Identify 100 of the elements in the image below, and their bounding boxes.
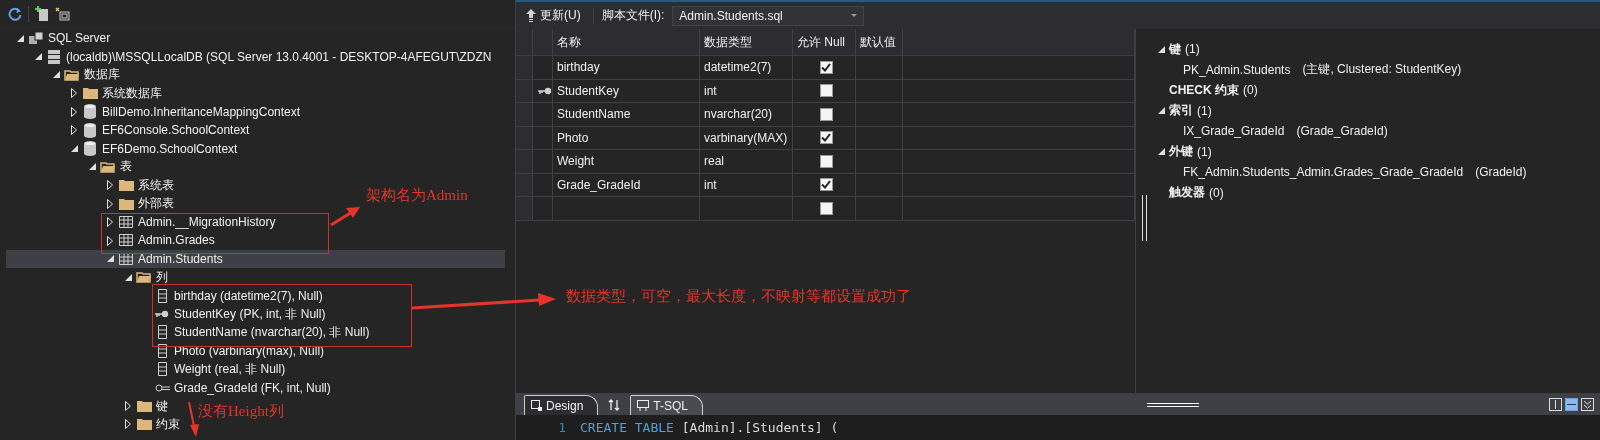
property-group-title[interactable]: 外键 <box>1169 143 1193 161</box>
tree-item[interactable]: EF6Demo.SchoolContext <box>6 139 242 158</box>
collapsed-arrow-icon[interactable] <box>125 419 131 430</box>
expanded-arrow-icon[interactable] <box>1157 45 1165 53</box>
expanded-arrow-icon[interactable] <box>106 255 114 263</box>
tree-item[interactable]: 数据库 <box>6 65 124 85</box>
table-cell[interactable] <box>700 197 793 221</box>
tree-item[interactable]: 外部表 <box>6 194 178 213</box>
table-cell[interactable]: Photo <box>553 126 700 150</box>
tree-item[interactable]: 约束 <box>6 415 184 434</box>
table-cell[interactable] <box>856 197 903 221</box>
expanded-arrow-icon[interactable] <box>124 273 132 281</box>
collapsed-arrow-icon[interactable] <box>107 235 113 246</box>
column-header[interactable]: 允许 Null <box>793 29 856 56</box>
collapse-pane-button[interactable] <box>1581 398 1594 411</box>
allow-null-checkbox[interactable] <box>819 201 833 215</box>
table-cell[interactable] <box>856 103 903 127</box>
table-cell[interactable] <box>856 150 903 174</box>
annotation-arrow <box>330 207 360 227</box>
tree-item[interactable]: (localdb)\MSSQLLocalDB (SQL Server 13.0.4001 - DESKTOP-4AFEGUT\ZDZN <box>6 47 496 66</box>
annotation-text: 没有Height列 <box>198 402 284 421</box>
collapsed-arrow-icon[interactable] <box>107 198 113 209</box>
key-outline-icon <box>154 383 170 392</box>
table-cell[interactable]: birthday <box>553 56 700 80</box>
tree-item[interactable]: 系统表 <box>6 176 178 195</box>
property-group-title[interactable]: 触发器 <box>1169 184 1205 202</box>
table-cell[interactable]: int <box>700 79 793 103</box>
table-cell[interactable]: Weight <box>553 150 700 174</box>
expanded-arrow-icon[interactable] <box>52 71 60 79</box>
collapsed-arrow-icon[interactable] <box>71 88 77 99</box>
table-cell[interactable]: StudentName <box>553 103 700 127</box>
allow-null-checkbox[interactable] <box>819 178 833 192</box>
script-file-dropdown[interactable]: Admin.Students.sql <box>672 5 865 26</box>
tree-item[interactable]: StudentKey (PK, int, 非 Null) <box>6 304 330 324</box>
vertical-split-button[interactable] <box>1549 398 1562 411</box>
expanded-arrow-icon[interactable] <box>70 145 78 153</box>
script-file-label: 脚本文件(I): <box>601 7 665 24</box>
tree-item[interactable]: Weight (real, 非 Null) <box>6 360 290 379</box>
property-item[interactable]: FK_Admin.Students_Admin.Grades_Grade_GradeId <box>1183 165 1464 180</box>
tree-item[interactable]: EF6Console.SchoolContext <box>6 120 254 140</box>
collapsed-arrow-icon[interactable] <box>71 106 77 117</box>
design-icon <box>531 400 542 411</box>
tree-item[interactable]: Admin.Students <box>6 249 505 269</box>
tree-item[interactable]: Grade_GradeId (FK, int, Null) <box>6 378 335 397</box>
property-group-title[interactable]: 键 <box>1169 40 1181 58</box>
allow-null-checkbox[interactable] <box>819 131 833 145</box>
collapsed-arrow-icon[interactable] <box>107 217 113 228</box>
column-icon <box>157 343 167 358</box>
expanded-arrow-icon[interactable] <box>88 163 96 171</box>
refresh-icon[interactable] <box>8 6 22 21</box>
expanded-arrow-icon[interactable] <box>1157 107 1165 115</box>
table-cell[interactable] <box>856 126 903 150</box>
add-server-icon[interactable] <box>35 6 49 21</box>
allow-null-checkbox[interactable] <box>819 84 833 98</box>
table-cell[interactable]: datetime2(7) <box>700 56 793 80</box>
splitter-grip[interactable] <box>1142 195 1147 241</box>
open-folder-icon <box>100 160 116 173</box>
tree-item[interactable]: 系统数据库 <box>6 84 166 103</box>
column-header[interactable]: 名称 <box>553 29 700 56</box>
tree-item[interactable]: birthday (datetime2(7), Null) <box>6 286 327 305</box>
table-cell[interactable] <box>856 173 903 197</box>
property-item[interactable]: PK_Admin.Students <box>1183 62 1291 77</box>
table-cell[interactable]: int <box>700 173 793 197</box>
tree-item[interactable]: Admin.Grades <box>6 231 219 250</box>
tree-item[interactable]: 列 <box>6 268 172 287</box>
table-cell[interactable]: StudentKey <box>553 79 700 103</box>
table-cell[interactable]: varbinary(MAX) <box>700 126 793 150</box>
column-header[interactable]: 数据类型 <box>700 29 793 56</box>
table-cell[interactable]: nvarchar(20) <box>700 103 793 127</box>
property-group-title[interactable]: CHECK 约束 <box>1169 81 1239 99</box>
expanded-arrow-icon[interactable] <box>16 34 24 42</box>
collapsed-arrow-icon[interactable] <box>107 180 113 191</box>
property-group-title[interactable]: 索引 <box>1169 102 1193 120</box>
table-cell[interactable] <box>553 197 700 221</box>
tree-item[interactable]: Admin.__MigrationHistory <box>6 212 280 232</box>
update-button[interactable]: 更新(U) <box>522 5 585 26</box>
tree-item[interactable]: StudentName (nvarchar(20), 非 Null) <box>6 323 374 342</box>
table-cell[interactable]: real <box>700 150 793 174</box>
key-icon <box>155 310 169 319</box>
table-cell[interactable] <box>856 56 903 80</box>
collapsed-arrow-icon[interactable] <box>125 401 131 411</box>
allow-null-checkbox[interactable] <box>819 107 833 121</box>
tab[interactable]: T-SQL <box>630 395 704 415</box>
tree-item[interactable]: 表 <box>6 157 136 177</box>
expanded-arrow-icon[interactable] <box>1157 148 1165 156</box>
tree-item[interactable]: SQL Server <box>6 29 115 48</box>
new-query-icon[interactable] <box>55 6 70 21</box>
column-header[interactable]: 默认值 <box>856 29 903 56</box>
allow-null-checkbox[interactable] <box>819 154 833 168</box>
table-cell[interactable]: Grade_GradeId <box>553 173 700 197</box>
tree-item[interactable]: 键 <box>6 396 172 416</box>
expanded-arrow-icon[interactable] <box>34 53 42 61</box>
allow-null-checkbox[interactable] <box>819 60 833 74</box>
table-cell[interactable] <box>856 79 903 103</box>
property-detail: (主键, Clustered: StudentKey) <box>1302 61 1462 79</box>
tab[interactable]: Design <box>524 395 599 415</box>
horizontal-split-button[interactable] <box>1565 398 1578 411</box>
collapsed-arrow-icon[interactable] <box>71 125 77 136</box>
property-item[interactable]: IX_Grade_GradeId <box>1183 124 1285 139</box>
tree-item[interactable]: BillDemo.InheritanceMappingContext <box>6 102 305 121</box>
